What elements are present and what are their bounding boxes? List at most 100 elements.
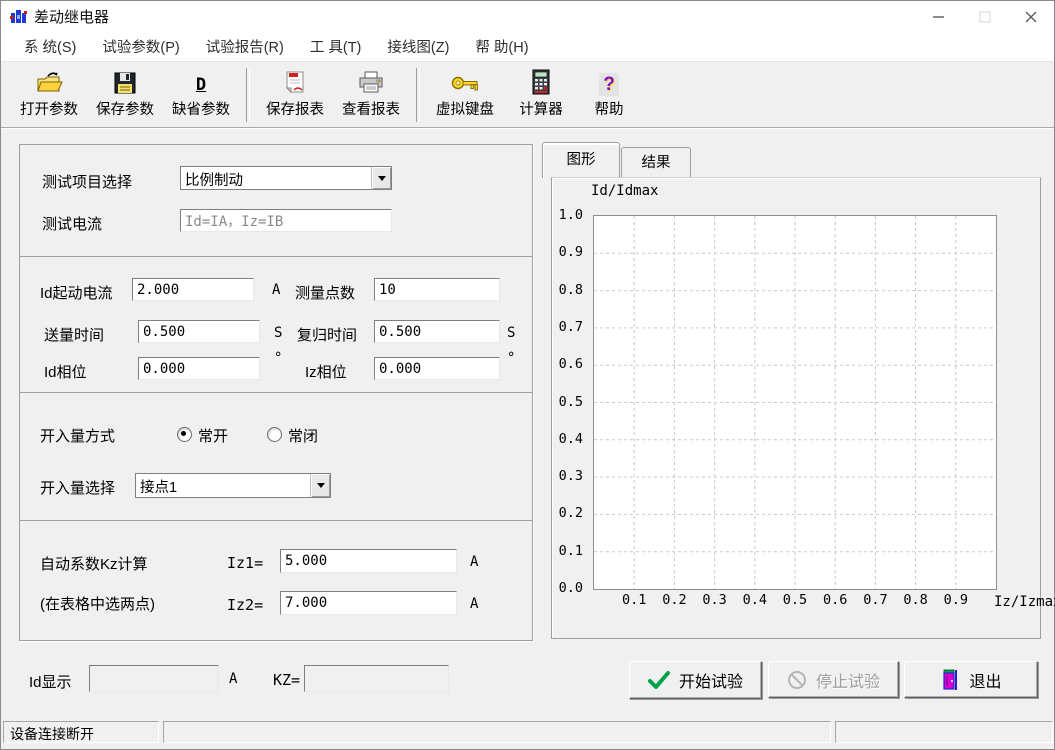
test-current-field xyxy=(180,209,392,232)
unit-label: A xyxy=(229,671,237,687)
x-tick-label: 0.5 xyxy=(778,592,812,608)
menubar: 系 统(S) 试验参数(P) 试验报告(R) 工 具(T) 接线图(Z) 帮 助… xyxy=(1,32,1054,61)
y-tick-label: 0.6 xyxy=(559,356,583,372)
status-connection: 设备连接断开 xyxy=(3,721,159,743)
id-phase-label: Id相位 xyxy=(44,361,87,382)
y-tick-label: 0.8 xyxy=(559,282,583,298)
menu-test-report[interactable]: 试验报告(R) xyxy=(193,32,297,61)
id-phase-field[interactable] xyxy=(138,357,260,380)
calculator-button[interactable]: 计算器 xyxy=(503,66,579,124)
check-icon xyxy=(648,671,670,689)
menu-test-params[interactable]: 试验参数(P) xyxy=(89,32,192,61)
y-tick-label: 0.7 xyxy=(559,319,583,335)
radio-normally-closed-label[interactable]: 常闭 xyxy=(288,425,318,446)
reset-time-field[interactable] xyxy=(374,320,500,343)
x-tick-label: 0.1 xyxy=(617,592,651,608)
toolbar-label: 保存参数 xyxy=(96,98,154,119)
iz1-field[interactable] xyxy=(280,549,457,573)
di-mode-label: 开入量方式 xyxy=(40,425,115,446)
menu-help[interactable]: 帮 助(H) xyxy=(462,32,541,61)
stop-test-label: 停止试验 xyxy=(816,668,880,692)
send-time-label: 送量时间 xyxy=(44,324,104,345)
save-report-button[interactable]: 保存报表 xyxy=(257,66,333,124)
exit-button[interactable]: 退出 xyxy=(904,661,1038,698)
app-window: 差动继电器 系 统(S) 试验参数(P) 试验报告(R) 工 具(T) 接线图(… xyxy=(0,0,1055,750)
test-select-group: 测试项目选择 比例制动 测试电流 xyxy=(19,144,533,259)
id-display-field xyxy=(89,665,219,692)
help-button[interactable]: ? 帮助 xyxy=(579,66,639,124)
unit-label: A xyxy=(272,282,280,298)
radio-normally-open-label[interactable]: 常开 xyxy=(198,425,228,446)
default-params-button[interactable]: D 缺省参数 xyxy=(163,66,239,124)
reset-time-label: 复归时间 xyxy=(297,324,357,345)
menu-system[interactable]: 系 统(S) xyxy=(11,32,89,61)
id-display-label: Id显示 xyxy=(29,671,72,692)
radio-normally-open[interactable] xyxy=(177,427,192,442)
iz-phase-label: Iz相位 xyxy=(305,361,347,382)
x-tick-label: 0.4 xyxy=(738,592,772,608)
save-params-button[interactable]: 保存参数 xyxy=(87,66,163,124)
menu-tools[interactable]: 工 具(T) xyxy=(297,32,375,61)
x-tick-label: 0.8 xyxy=(899,592,933,608)
unit-label: A xyxy=(470,596,478,612)
radio-normally-closed[interactable] xyxy=(267,427,282,442)
di-select-label: 开入量选择 xyxy=(40,477,115,498)
measure-points-label: 测量点数 xyxy=(295,282,355,303)
send-time-field[interactable] xyxy=(138,320,260,343)
y-axis-labels: 1.00.90.80.70.60.50.40.30.20.10.0 xyxy=(545,215,587,588)
chevron-down-icon[interactable] xyxy=(310,474,330,497)
unit-label: ° xyxy=(507,350,515,366)
kz-result-label: KZ= xyxy=(273,671,300,689)
x-axis-title: Iz/Izmax xyxy=(994,594,1055,610)
maximize-button[interactable] xyxy=(962,1,1008,32)
toolbar-label: 帮助 xyxy=(595,98,624,119)
kz-result-field xyxy=(304,665,449,692)
unit-label: S xyxy=(274,325,282,341)
di-select-combobox[interactable]: 接点1 xyxy=(135,473,331,498)
start-test-label: 开始试验 xyxy=(679,668,743,692)
stop-test-button: 停止试验 xyxy=(768,661,899,698)
toolbar-label: 保存报表 xyxy=(266,98,324,119)
measure-points-field[interactable] xyxy=(374,278,500,301)
id-start-current-field[interactable] xyxy=(132,278,254,301)
tab-result-label: 结果 xyxy=(642,155,671,171)
toolbar-label: 虚拟键盘 xyxy=(436,98,494,119)
tab-result[interactable]: 结果 xyxy=(621,147,691,177)
x-tick-label: 0.2 xyxy=(657,592,691,608)
status-panel xyxy=(163,721,831,743)
window-title: 差动继电器 xyxy=(34,6,109,27)
y-tick-label: 0.0 xyxy=(559,580,583,596)
unit-label: S xyxy=(507,325,515,341)
chevron-down-icon[interactable] xyxy=(371,167,391,189)
tab-graph-label: 图形 xyxy=(567,152,596,168)
toolbar: 打开参数 保存参数 D 缺省参数 xyxy=(1,61,1054,128)
view-report-button[interactable]: 查看报表 xyxy=(333,66,409,124)
start-test-button[interactable]: 开始试验 xyxy=(629,661,762,699)
minimize-button[interactable] xyxy=(916,1,962,32)
toolbar-separator xyxy=(416,68,420,122)
y-tick-label: 0.5 xyxy=(559,394,583,410)
virtual-keyboard-button[interactable]: 虚拟键盘 xyxy=(427,66,503,124)
calculator-icon xyxy=(530,66,552,96)
tab-graph[interactable]: 图形 xyxy=(542,142,620,178)
x-tick-label: 0.9 xyxy=(939,592,973,608)
menu-wiring-diagram[interactable]: 接线图(Z) xyxy=(374,32,462,61)
open-params-button[interactable]: 打开参数 xyxy=(11,66,87,124)
open-folder-icon xyxy=(35,66,63,96)
di-select-value: 接点1 xyxy=(136,474,310,497)
test-item-label: 测试项目选择 xyxy=(42,171,132,192)
minimize-icon xyxy=(933,11,945,23)
exit-door-icon xyxy=(940,668,960,692)
default-params-icon: D xyxy=(196,66,206,96)
unit-label: ° xyxy=(274,350,282,366)
iz2-field[interactable] xyxy=(280,591,457,615)
close-button[interactable] xyxy=(1008,1,1054,32)
save-floppy-icon xyxy=(112,66,138,96)
iz-phase-field[interactable] xyxy=(374,357,500,380)
x-tick-label: 0.7 xyxy=(858,592,892,608)
iz1-label: Iz1= xyxy=(227,554,263,572)
id-start-current-label: Id起动电流 xyxy=(40,282,113,303)
test-item-combobox[interactable]: 比例制动 xyxy=(180,166,392,190)
stop-icon xyxy=(787,670,807,690)
y-tick-label: 0.2 xyxy=(559,505,583,521)
